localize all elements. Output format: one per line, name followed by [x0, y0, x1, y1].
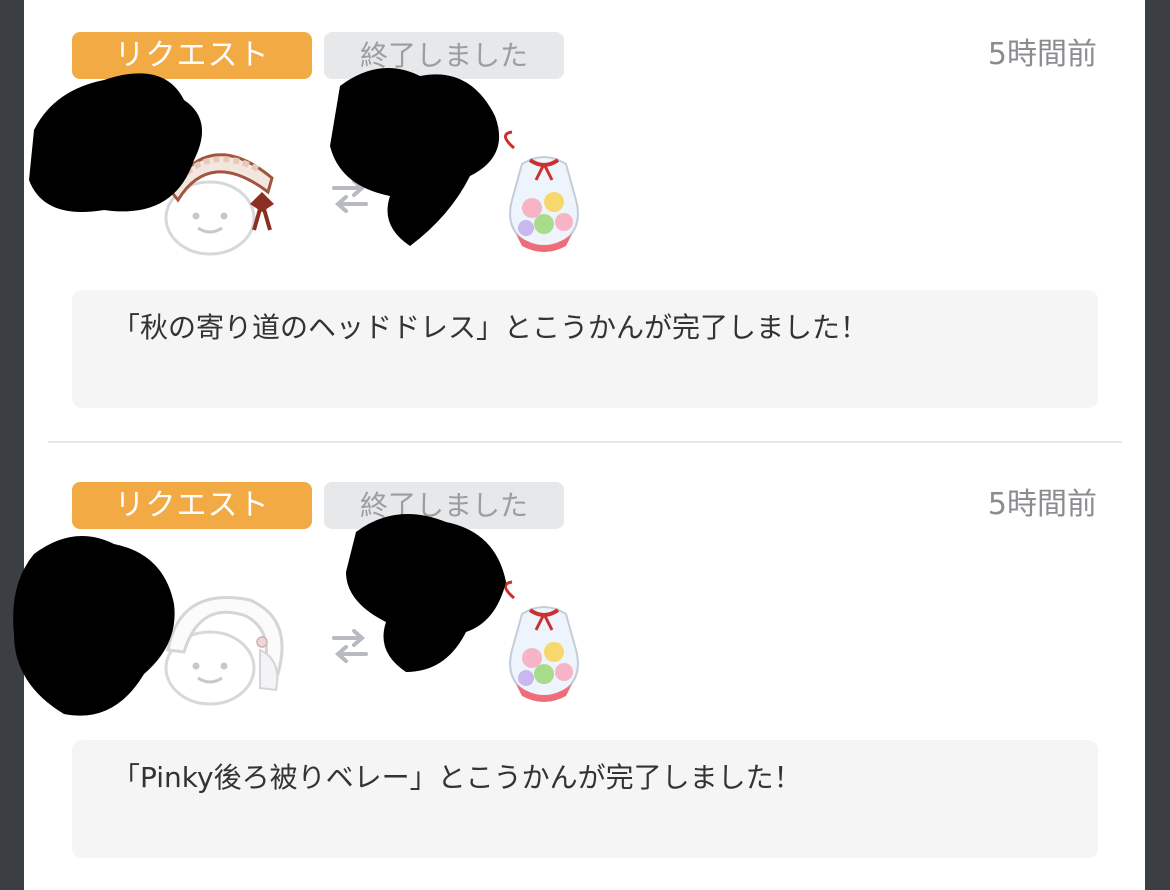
- redaction-mark: [29, 73, 202, 212]
- message-box: 「Pinky後ろ被りベレー」とこうかんが完了しました！: [72, 740, 1098, 858]
- message-text: 「秋の寄り道のヘッドドレス」とこうかんが完了しました！: [112, 311, 869, 344]
- timestamp: 5時間前: [987, 487, 1097, 522]
- divider: [48, 441, 1122, 443]
- redaction-mark: [13, 536, 175, 716]
- trade-history-panel: リクエスト 終了しました 5時間前 「秋の寄り道のヘッドドレス」とこうかんが完了…: [13, 0, 1145, 890]
- message-box: 「秋の寄り道のヘッドドレス」とこうかんが完了しました！: [72, 290, 1098, 408]
- timestamp: 5時間前: [987, 37, 1097, 72]
- redaction-mark: [330, 68, 500, 246]
- message-text: 「Pinky後ろ被りベレー」とこうかんが完了しました！: [112, 761, 802, 794]
- redaction-mark: [346, 514, 506, 672]
